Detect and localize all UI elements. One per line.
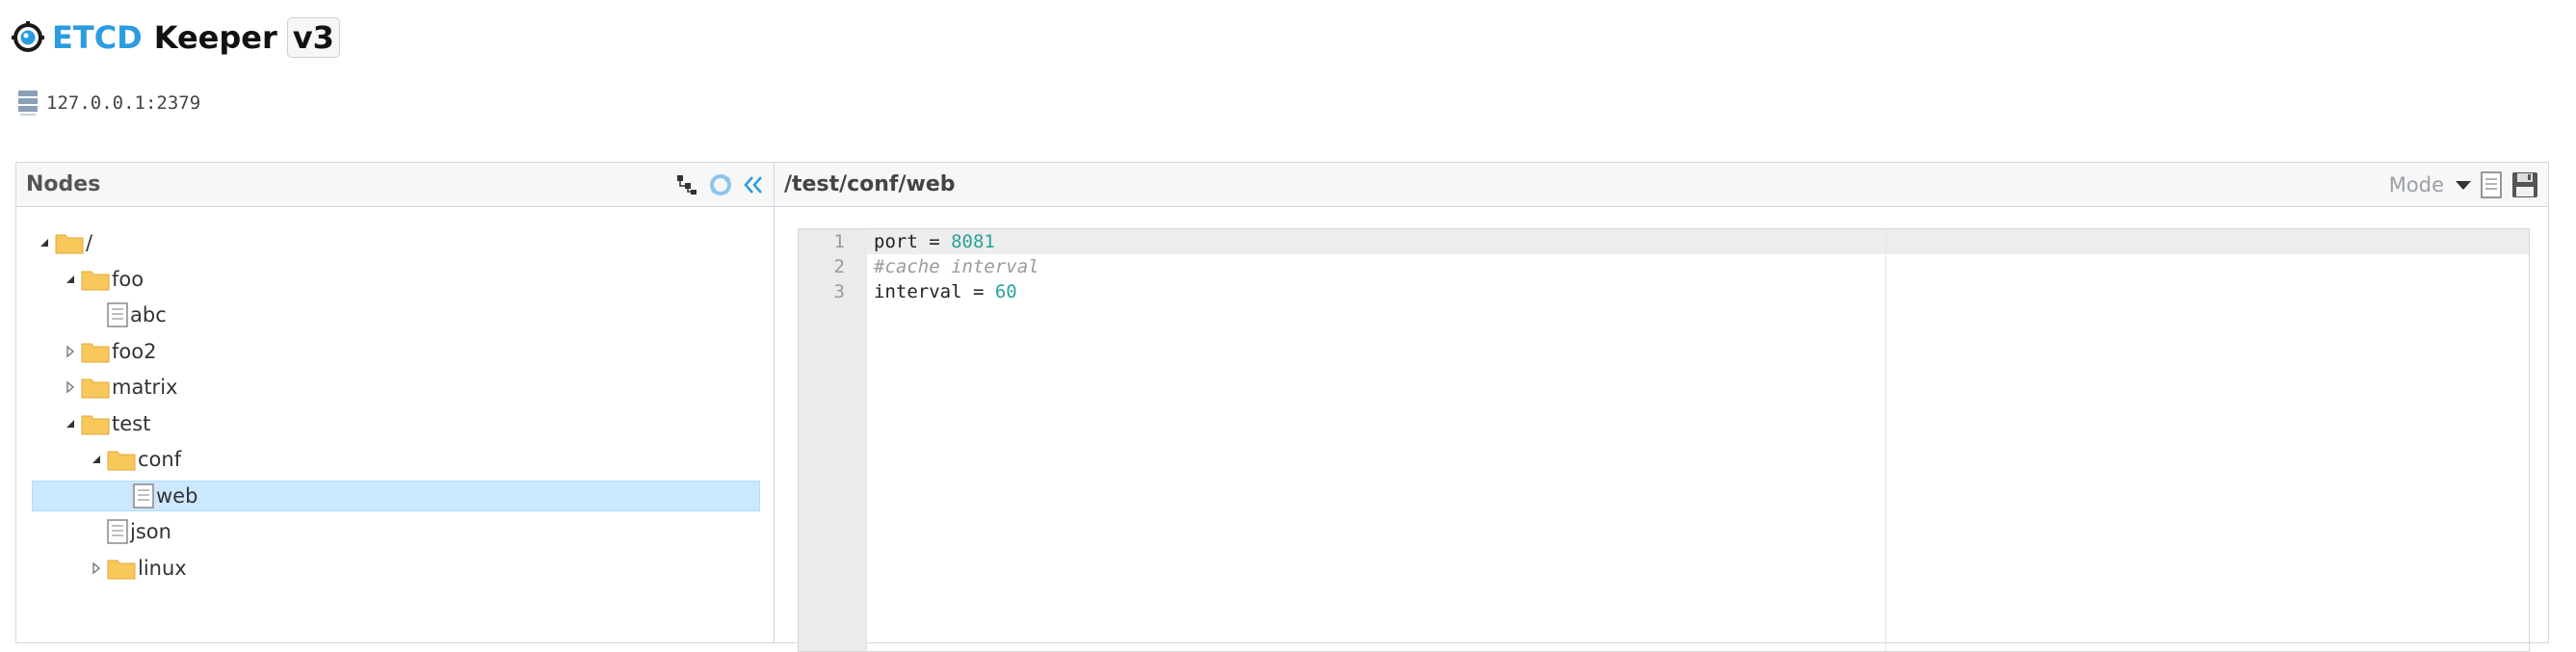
folder-icon — [81, 268, 110, 291]
document-icon[interactable] — [2481, 171, 2502, 198]
code-key: port — [874, 231, 918, 252]
collapse-arrow-icon[interactable] — [64, 273, 77, 286]
node-tree: / foo abc foo2 matrix test conf web json linux — [16, 207, 774, 642]
nodes-panel: Nodes / foo abc foo2 matrix test conf web json li… — [15, 162, 775, 643]
file-icon — [107, 519, 128, 544]
folder-icon — [81, 412, 110, 435]
expand-arrow-icon[interactable] — [64, 345, 77, 358]
refresh-icon[interactable] — [708, 172, 733, 197]
tree-view-icon[interactable] — [675, 173, 698, 196]
folder-icon — [81, 340, 110, 363]
folder-icon — [81, 376, 110, 399]
line-number: 3 — [833, 281, 845, 302]
mode-label: Mode — [2388, 173, 2444, 196]
tree-node-matrix[interactable]: matrix — [64, 373, 177, 402]
tree-node-label: foo — [112, 267, 145, 291]
tree-node-foo2[interactable]: foo2 — [64, 337, 156, 366]
code-number: 8081 — [951, 231, 995, 252]
code-key: interval — [874, 281, 962, 302]
line-number: 1 — [833, 231, 845, 252]
collapse-arrow-icon[interactable] — [64, 417, 77, 430]
collapse-arrow-icon[interactable] — [38, 236, 51, 249]
version-badge: v3 — [286, 17, 340, 58]
line-number-gutter: 1 2 3 — [799, 229, 867, 651]
code-number: 60 — [994, 281, 1017, 302]
code-editor[interactable]: 1 2 3 port = 8081 #cache interval interv… — [798, 228, 2530, 652]
tree-node-web[interactable]: web — [116, 482, 197, 510]
tree-node-test[interactable]: test — [64, 409, 150, 438]
tree-node-label: json — [130, 520, 171, 543]
file-icon — [107, 302, 128, 327]
mode-dropdown[interactable]: Mode — [2389, 173, 2471, 196]
code-operator: = — [917, 231, 952, 252]
code-comment: #cache interval — [874, 256, 1039, 277]
tree-node-linux[interactable]: linux — [90, 554, 187, 583]
tree-node-label: test — [112, 411, 151, 435]
app-title: ETCD Keeper v3 — [52, 17, 340, 58]
expand-arrow-icon[interactable] — [90, 561, 103, 575]
tree-node-foo[interactable]: foo — [64, 265, 144, 294]
nodes-panel-title: Nodes — [26, 172, 101, 196]
save-icon[interactable] — [2511, 171, 2538, 198]
editor-panel: /test/conf/web Mode 1 2 3 port = 8081 #c… — [774, 162, 2549, 652]
collapse-panel-icon[interactable] — [743, 173, 764, 196]
code-area[interactable]: port = 8081 #cache interval interval = 6… — [866, 229, 2529, 651]
tree-node-label: abc — [130, 303, 167, 326]
tree-node-json[interactable]: json — [90, 517, 171, 546]
line-number: 2 — [833, 256, 845, 277]
editor-toolbar: Mode — [2379, 163, 2538, 207]
code-line: #cache interval — [866, 254, 2529, 279]
app-header: ETCD Keeper v3 — [12, 13, 340, 62]
code-operator: = — [961, 281, 995, 302]
server-icon — [18, 91, 38, 116]
tree-node-label: / — [86, 231, 93, 254]
code-line: port = 8081 — [866, 229, 2529, 254]
tree-node-label: linux — [138, 556, 187, 580]
tree-node-label: conf — [138, 448, 182, 471]
tree-node-root[interactable]: / — [38, 228, 92, 257]
tree-node-label: matrix — [112, 376, 178, 399]
editor-panel-header: /test/conf/web Mode — [775, 163, 2548, 207]
brand-text: ETCD — [52, 19, 143, 56]
folder-icon — [55, 231, 84, 254]
folder-icon — [107, 448, 136, 471]
file-icon — [133, 482, 154, 509]
current-path: /test/conf/web — [784, 172, 956, 196]
collapse-arrow-icon[interactable] — [90, 453, 103, 466]
tree-node-conf[interactable]: conf — [90, 445, 181, 474]
nodes-panel-header: Nodes — [16, 163, 774, 207]
chevron-down-icon — [2456, 180, 2471, 190]
tree-node-label: web — [156, 483, 198, 508]
host-info: 127.0.0.1:2379 — [17, 90, 200, 117]
tree-node-abc[interactable]: abc — [90, 300, 167, 329]
tree-node-label: foo2 — [112, 339, 157, 363]
host-address: 127.0.0.1:2379 — [46, 92, 201, 114]
folder-icon — [107, 557, 136, 580]
code-line: interval = 60 — [866, 279, 2529, 304]
app-name-text: Keeper — [153, 19, 277, 56]
etcd-logo-icon — [12, 21, 44, 52]
nodes-toolbar — [666, 163, 764, 207]
expand-arrow-icon[interactable] — [64, 380, 77, 394]
